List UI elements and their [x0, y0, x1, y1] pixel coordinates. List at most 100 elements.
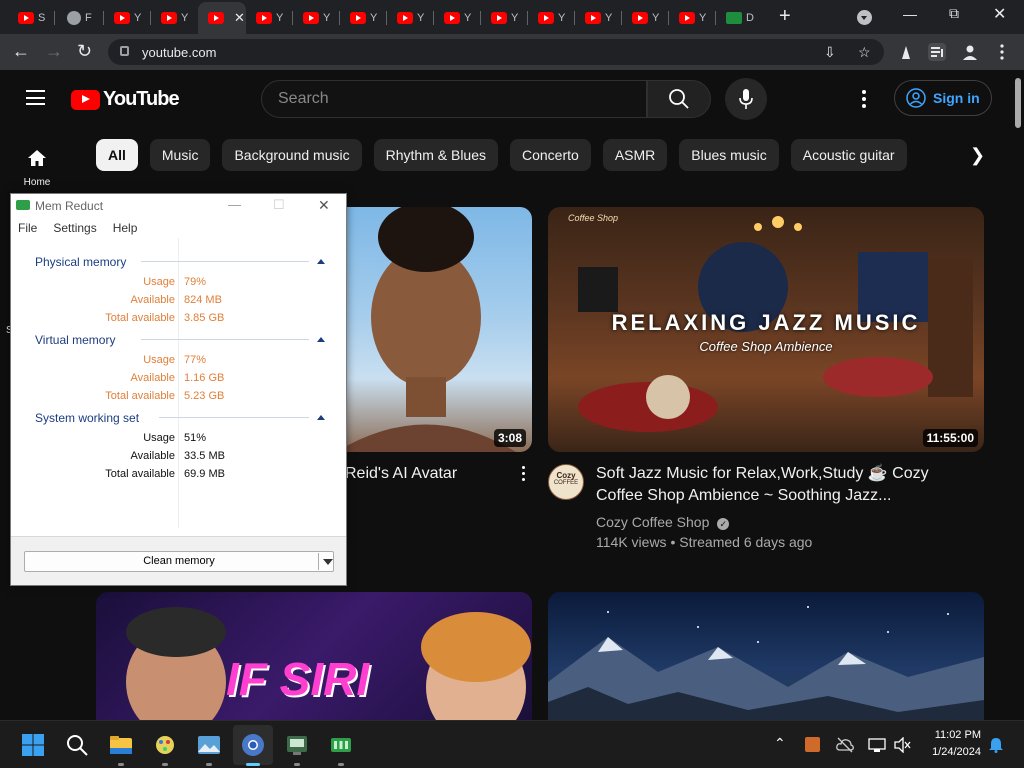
memreduct-maximize-icon[interactable]: ☐ [273, 197, 285, 213]
settings-more-icon[interactable] [862, 90, 866, 108]
video-more-icon-1[interactable] [522, 466, 526, 481]
minimize-window-icon[interactable]: — [903, 6, 917, 22]
filter-chip[interactable]: Concerto [510, 139, 591, 171]
paint-app-icon[interactable] [153, 733, 177, 757]
notification-bell-icon[interactable] [988, 737, 1004, 753]
scrollbar-thumb[interactable] [1015, 78, 1021, 128]
address-bar[interactable]: youtube.com ⇩ ☆ [108, 39, 884, 65]
video-title-1[interactable]: Reid's AI Avatar [345, 463, 457, 485]
restore-window-icon[interactable]: ⧉ [949, 5, 959, 22]
browser-tab[interactable]: Y [151, 5, 198, 31]
browser-tab[interactable]: Y [246, 5, 293, 31]
filter-chip[interactable]: Rhythm & Blues [373, 139, 498, 171]
filter-chip[interactable]: All [96, 139, 138, 171]
tray-app-icon[interactable] [805, 737, 820, 752]
browser-tab[interactable]: Y [669, 5, 716, 31]
windows-start-icon[interactable] [21, 733, 45, 757]
memreduct-minimize-icon[interactable]: — [228, 197, 241, 212]
install-app-icon[interactable]: ⇩ [824, 44, 836, 61]
url-text[interactable]: youtube.com [142, 45, 216, 60]
profile-icon[interactable] [961, 43, 979, 61]
memreduct-taskbar-icon[interactable] [329, 733, 353, 757]
browser-tab[interactable]: D [716, 5, 763, 31]
clock-date[interactable]: 1/24/2024 [918, 746, 981, 758]
new-tab-button[interactable]: + [779, 6, 791, 26]
filter-chip[interactable]: Acoustic guitar [790, 139, 907, 171]
search-input[interactable] [278, 89, 628, 109]
stat-value: 824 MB [184, 294, 222, 306]
reload-icon[interactable]: ↻ [77, 41, 92, 61]
video-title-2-line-1[interactable]: Soft Jazz Music for Relax,Work,Study ☕ C… [596, 463, 929, 485]
hamburger-menu-icon[interactable] [26, 90, 45, 105]
chevron-right-icon[interactable]: ❯ [970, 145, 985, 166]
channel-avatar[interactable]: Cozy COFFEE [548, 464, 584, 500]
volume-muted-icon[interactable] [893, 737, 911, 753]
browser-tab[interactable]: ✕ [198, 2, 246, 34]
browser-tab[interactable]: Y [387, 5, 434, 31]
menu-settings[interactable]: Settings [53, 221, 96, 235]
browser-tab[interactable]: Y [340, 5, 387, 31]
extensions-icon[interactable] [897, 43, 915, 61]
tab-close-icon[interactable]: ✕ [234, 10, 245, 26]
browser-tab[interactable]: Y [575, 5, 622, 31]
terminal-app-icon[interactable] [285, 733, 309, 757]
stat-value: 5.23 GB [184, 390, 225, 402]
clean-memory-button[interactable]: Clean memory [24, 551, 334, 572]
chrome-menu-icon[interactable] [993, 43, 1011, 61]
video-thumbnail-4[interactable] [548, 592, 984, 720]
forward-arrow-icon[interactable]: → [45, 41, 63, 61]
youtube-icon [303, 12, 319, 24]
filter-chip[interactable]: Background music [222, 139, 362, 171]
dropdown-arrow-icon[interactable] [323, 559, 333, 565]
video-thumbnail-2[interactable]: Coffee Shop RELAXING JAZZ MUSIC Coffee S… [548, 207, 984, 452]
channel-name[interactable]: Cozy Coffee Shop ✓ [596, 514, 730, 530]
chrome-app-icon[interactable] [241, 733, 265, 757]
section-physical-memory[interactable]: Physical memory [35, 255, 126, 269]
collapse-caret-icon[interactable] [317, 415, 325, 420]
photos-app-icon[interactable] [197, 733, 221, 757]
filter-chip[interactable]: ASMR [602, 139, 668, 171]
section-system-working-set[interactable]: System working set [35, 411, 139, 425]
media-queue-icon[interactable] [928, 43, 946, 61]
collapse-caret-icon[interactable] [317, 337, 325, 342]
memreduct-close-icon[interactable]: ✕ [318, 197, 330, 214]
collapse-caret-icon[interactable] [317, 259, 325, 264]
browser-tab[interactable]: F [57, 5, 104, 31]
video-thumbnail-3[interactable]: IF SIRI [96, 592, 532, 720]
sign-in-button[interactable]: Sign in [894, 80, 992, 116]
tray-overflow-chevron-icon[interactable]: ⌃ [774, 735, 786, 752]
channel-name-label[interactable]: Cozy Coffee Shop [596, 514, 709, 530]
video-title-2-line-2[interactable]: Coffee Shop Ambience ~ Soothing Jazz... [596, 485, 891, 507]
search-button[interactable] [647, 80, 711, 118]
voice-search-button[interactable] [725, 78, 767, 120]
file-explorer-icon[interactable] [109, 733, 133, 757]
browser-tab[interactable]: Y [481, 5, 528, 31]
back-arrow-icon[interactable]: ← [12, 41, 30, 61]
cloud-offline-icon[interactable] [836, 737, 854, 753]
browser-tab[interactable]: S [8, 5, 55, 31]
filter-chip[interactable]: Blues music [679, 139, 779, 171]
lock-icon[interactable] [120, 46, 129, 56]
section-virtual-memory[interactable]: Virtual memory [35, 333, 115, 347]
menu-help[interactable]: Help [113, 221, 138, 235]
browser-tab[interactable]: Y [622, 5, 669, 31]
browser-tab[interactable]: Y [293, 5, 340, 31]
taskbar-search-icon[interactable] [65, 733, 89, 757]
network-icon[interactable] [868, 737, 886, 753]
browser-tab[interactable]: Y [434, 5, 481, 31]
browser-tab[interactable]: Y [528, 5, 575, 31]
menu-file[interactable]: File [18, 221, 37, 235]
memreduct-titlebar[interactable]: Mem Reduct — ☐ ✕ [11, 194, 346, 218]
clock-time[interactable]: 11:02 PM [918, 729, 981, 741]
close-window-icon[interactable]: ✕ [993, 4, 1006, 24]
bookmark-star-icon[interactable]: ☆ [858, 44, 871, 61]
tab-search-icon[interactable] [857, 10, 872, 25]
browser-tab[interactable]: Y [104, 5, 151, 31]
page-scrollbar[interactable] [1012, 70, 1024, 720]
youtube-logo[interactable]: YouTube [71, 88, 180, 111]
memreduct-app-icon [16, 200, 30, 210]
sidebar-item-home[interactable]: Home [16, 148, 58, 188]
account-circle-icon [906, 88, 926, 108]
filter-chip[interactable]: Music [149, 139, 211, 171]
youtube-play-icon [71, 89, 100, 110]
